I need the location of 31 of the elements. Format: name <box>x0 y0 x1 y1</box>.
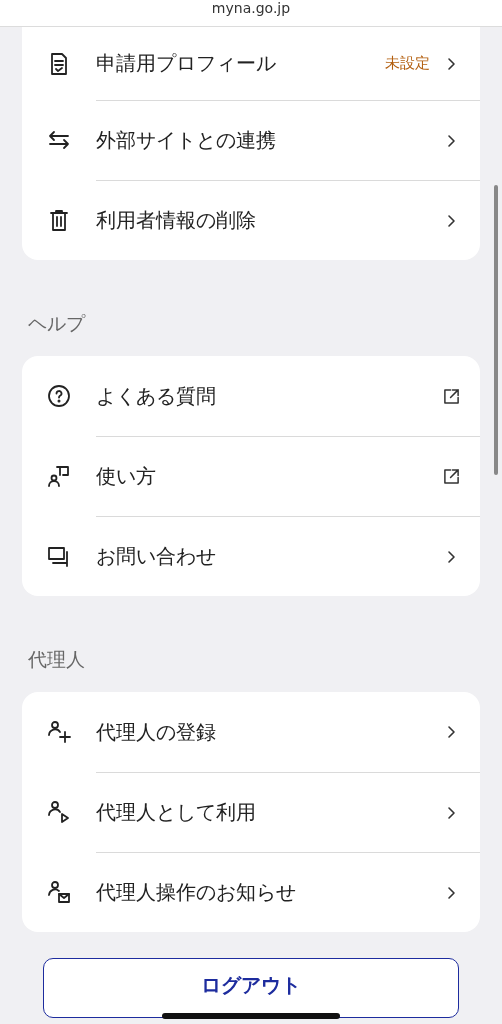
person-mail-icon <box>47 880 71 904</box>
address-url: myna.go.jp <box>211 0 291 16</box>
chevron-icon <box>446 132 456 149</box>
trash-icon <box>47 208 71 232</box>
menu-item[interactable]: 代理人の登録 <box>96 718 446 746</box>
add-person-icon <box>47 720 71 744</box>
chevron-icon <box>446 724 456 740</box>
chevron-icon <box>446 804 456 821</box>
external-link-icon <box>443 387 460 405</box>
person-play-icon <box>47 800 71 824</box>
menu-item[interactable]: 使い方 <box>96 463 443 490</box>
status-text: 未設定 <box>385 54 430 73</box>
section-title: ヘルプ <box>28 312 87 336</box>
chat-icon <box>47 544 71 568</box>
person-board-icon <box>47 464 71 488</box>
logout-button[interactable]: ログアウト <box>43 958 459 1018</box>
menu-item[interactable]: 外部サイトとの連携 <box>96 127 446 154</box>
menu-item[interactable]: 代理人操作のお知らせ <box>96 879 446 906</box>
external-link-icon <box>443 468 460 485</box>
help-icon <box>47 384 71 408</box>
menu-item[interactable]: お問い合わせ <box>96 543 446 570</box>
menu-item[interactable]: 利用者情報の削除 <box>96 207 446 234</box>
swap-arrows-icon <box>47 128 71 152</box>
chevron-icon <box>446 884 456 901</box>
section-title: 代理人 <box>28 648 86 672</box>
chevron-icon <box>446 212 456 229</box>
menu-item[interactable]: 申請用プロフィール <box>96 50 385 77</box>
chevron-icon <box>446 548 456 565</box>
menu-item[interactable]: 代理人として利用 <box>96 799 446 826</box>
chevron-icon <box>446 55 456 72</box>
menu-item[interactable]: よくある質問 <box>96 382 443 410</box>
